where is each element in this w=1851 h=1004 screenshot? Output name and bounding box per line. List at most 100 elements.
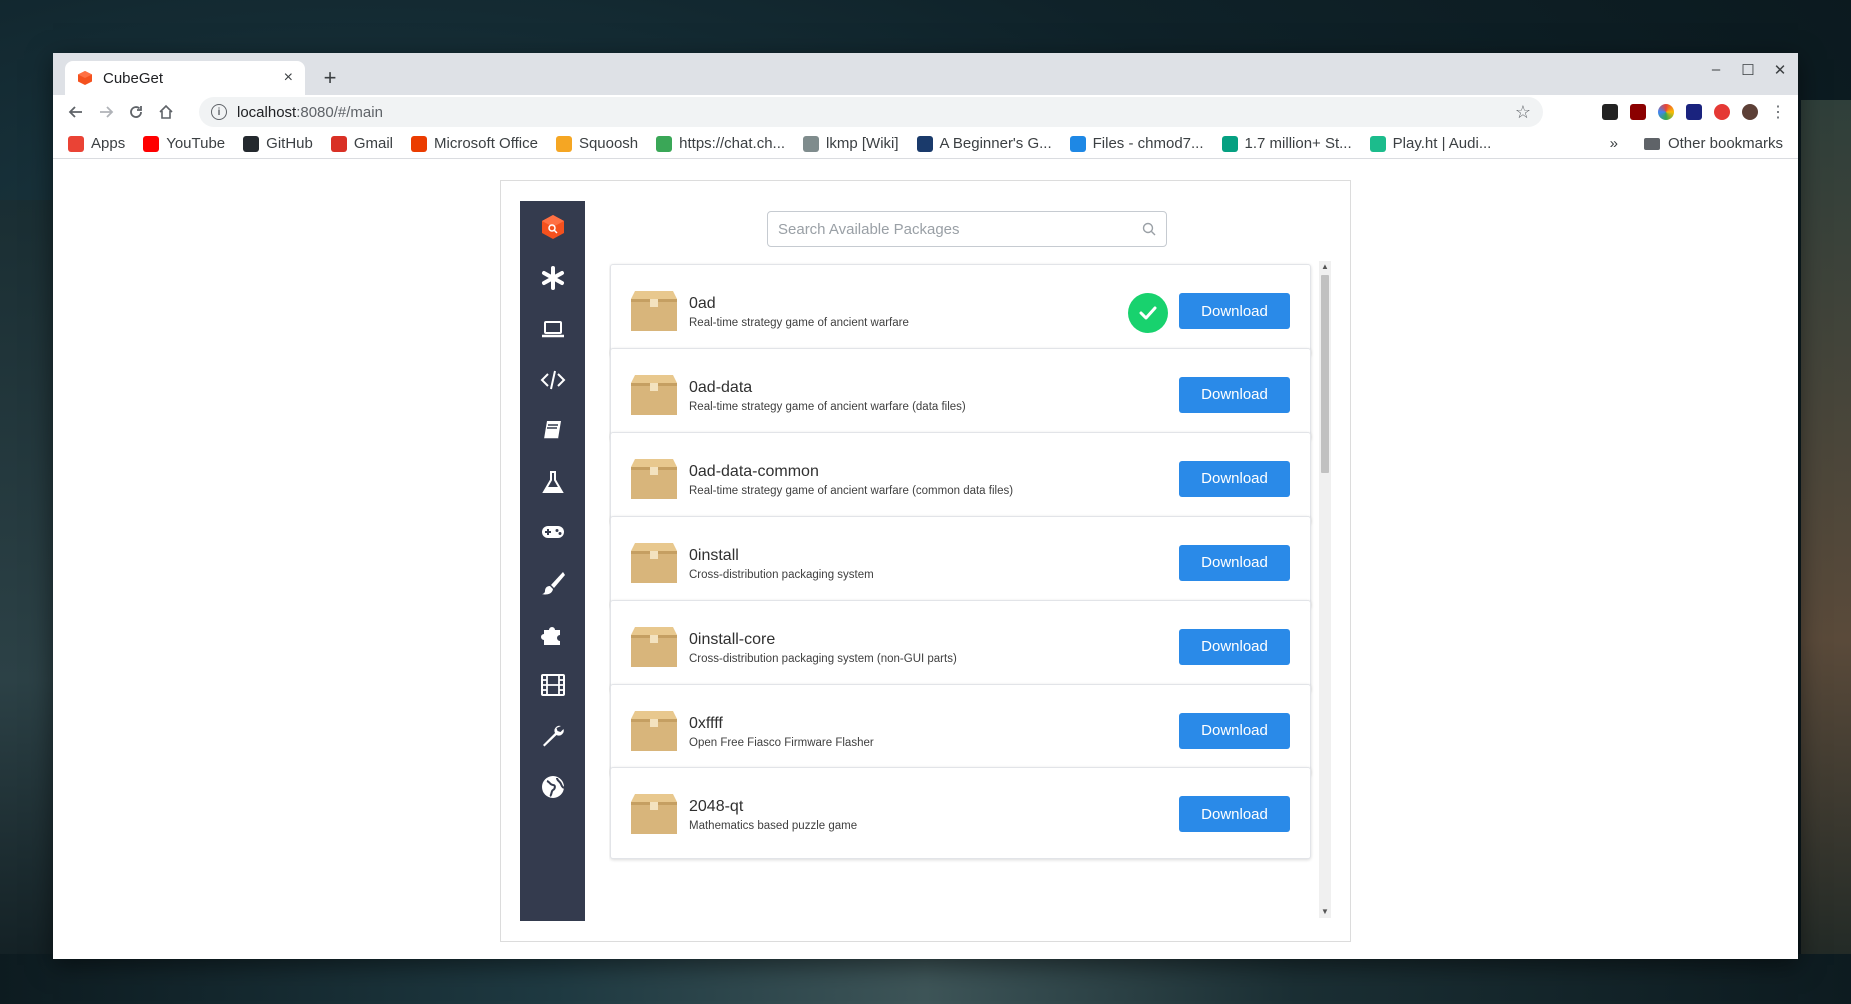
- bookmark-item[interactable]: Gmail: [330, 135, 394, 152]
- bookmark-item[interactable]: Files - chmod7...: [1069, 135, 1204, 152]
- package-card[interactable]: 0xffff Open Free Fiasco Firmware Flasher D…: [610, 683, 1311, 776]
- arrow-right-icon: [100, 106, 114, 118]
- sidebar-item-paintbrush[interactable]: [520, 561, 585, 605]
- search-input[interactable]: [778, 220, 1142, 238]
- bookmark-favicon-icon: [411, 135, 428, 152]
- bookmark-star-icon[interactable]: ☆: [1515, 102, 1531, 123]
- address-bar[interactable]: i localhost:8080/#/main ☆: [199, 97, 1543, 127]
- bookmark-label: Play.ht | Audi...: [1392, 135, 1492, 152]
- bookmarks-overflow-button[interactable]: »: [1610, 135, 1618, 152]
- download-button[interactable]: Download: [1179, 712, 1290, 749]
- sidebar-item-laptop[interactable]: [520, 307, 585, 351]
- forward-button[interactable]: [91, 97, 121, 127]
- cubeget-app: 0ad Real-time strategy game of ancient wa…: [500, 180, 1351, 942]
- package-card[interactable]: 0install Cross-distribution packaging sys…: [610, 515, 1311, 608]
- bookmark-favicon-icon: [68, 135, 84, 152]
- minimize-icon[interactable]: –: [1708, 61, 1724, 79]
- info-icon[interactable]: i: [211, 104, 227, 120]
- bookmark-label: Squoosh: [578, 135, 639, 152]
- installed-check-icon: [1128, 293, 1168, 333]
- close-window-icon[interactable]: ✕: [1772, 61, 1788, 79]
- search-icon[interactable]: [1142, 222, 1156, 236]
- bookmark-label: 1.7 million+ St...: [1244, 135, 1352, 152]
- other-bookmarks[interactable]: Other bookmarks: [1643, 135, 1783, 152]
- bookmark-label: A Beginner's G...: [939, 135, 1052, 152]
- package-list-scrollbar[interactable]: ▲ ▼: [1319, 261, 1331, 918]
- bookmark-item[interactable]: 1.7 million+ St...: [1221, 135, 1352, 152]
- profile-avatar[interactable]: [1742, 104, 1758, 120]
- package-card[interactable]: 0install-core Cross-distribution packagin…: [610, 599, 1311, 692]
- sidebar-item-code[interactable]: [520, 358, 585, 402]
- package-description: Real-time strategy game of ancient warfa…: [689, 484, 1014, 497]
- tab-close-icon[interactable]: ×: [284, 69, 293, 87]
- bookmark-favicon-icon: [1069, 135, 1086, 152]
- extension-4-icon[interactable]: [1686, 104, 1702, 120]
- maximize-icon[interactable]: ☐: [1740, 61, 1756, 79]
- extension-2-icon[interactable]: [1630, 104, 1646, 120]
- bookmark-item[interactable]: Squoosh: [555, 135, 639, 152]
- bookmark-favicon-icon: [916, 135, 933, 152]
- scrollbar-thumb[interactable]: [1321, 275, 1329, 473]
- sidebar-item-book[interactable]: [520, 409, 585, 453]
- extension-1-icon[interactable]: [1602, 104, 1618, 120]
- bookmark-label: Gmail: [353, 135, 394, 152]
- reload-button[interactable]: [121, 97, 151, 127]
- browser-toolbar: i localhost:8080/#/main ☆ ⋮: [53, 95, 1798, 129]
- sidebar-item-globe[interactable]: [520, 765, 585, 809]
- scroll-up-icon[interactable]: ▲: [1321, 263, 1329, 271]
- url-path: :8080/#/main: [296, 103, 383, 121]
- bookmark-favicon-icon: [1369, 135, 1386, 152]
- sidebar-item-film[interactable]: [520, 663, 585, 707]
- bookmark-item[interactable]: Play.ht | Audi...: [1369, 135, 1492, 152]
- download-button[interactable]: Download: [1179, 796, 1290, 833]
- package-description: Real-time strategy game of ancient warfa…: [689, 317, 909, 329]
- package-card[interactable]: 0ad-data-common Real-time strategy game o…: [610, 431, 1311, 524]
- paintbrush-icon: [541, 572, 565, 595]
- home-button[interactable]: [151, 97, 181, 127]
- menu-kebab-icon[interactable]: ⋮: [1770, 102, 1786, 122]
- bookmark-item[interactable]: https://chat.ch...: [656, 135, 785, 152]
- package-box-icon: [631, 794, 677, 835]
- package-box-icon: [631, 542, 677, 583]
- scroll-down-icon[interactable]: ▼: [1321, 908, 1329, 916]
- bookmark-item[interactable]: lkmp [Wiki]: [803, 135, 899, 152]
- back-button[interactable]: [61, 97, 91, 127]
- sidebar-item-flask[interactable]: [520, 460, 585, 504]
- bookmark-label: Microsoft Office: [434, 135, 538, 152]
- bookmark-label: YouTube: [166, 135, 226, 152]
- sidebar-item-wrench[interactable]: [520, 714, 585, 758]
- bookmark-label: Apps: [91, 135, 126, 152]
- bookmark-item[interactable]: GitHub: [243, 135, 313, 152]
- package-box-icon: [631, 626, 677, 667]
- bookmarks-bar: Apps YouTube GitHub Gmail Microsoft Office Sq…: [53, 129, 1798, 159]
- download-button[interactable]: Download: [1179, 544, 1290, 581]
- bookmark-favicon-icon: [803, 135, 820, 152]
- extension-5-icon[interactable]: [1714, 104, 1730, 120]
- download-button[interactable]: Download: [1179, 376, 1290, 413]
- download-button[interactable]: Download: [1179, 460, 1290, 497]
- sidebar-item-asterisk[interactable]: [520, 256, 585, 300]
- package-list[interactable]: 0ad Real-time strategy game of ancient wa…: [609, 261, 1323, 918]
- bookmark-item[interactable]: A Beginner's G...: [916, 135, 1052, 152]
- bookmark-item[interactable]: Microsoft Office: [411, 135, 538, 152]
- bookmark-item[interactable]: Apps: [68, 135, 125, 152]
- url-text[interactable]: localhost:8080/#/main: [237, 104, 1515, 121]
- new-tab-button[interactable]: +: [315, 65, 345, 93]
- bookmark-label: Files - chmod7...: [1092, 135, 1204, 152]
- package-card[interactable]: 0ad Real-time strategy game of ancient wa…: [610, 264, 1311, 356]
- sidebar-item-puzzle[interactable]: [520, 612, 585, 656]
- bookmark-item[interactable]: YouTube: [143, 135, 225, 152]
- download-button[interactable]: Download: [1179, 628, 1290, 665]
- package-card[interactable]: 2048-qt Mathematics based puzzle game Down…: [610, 767, 1311, 860]
- sidebar-item-gamepad[interactable]: [520, 510, 585, 554]
- package-description: Open Free Fiasco Firmware Flasher: [689, 736, 874, 749]
- download-button[interactable]: Download: [1179, 293, 1290, 329]
- package-name: 0ad: [689, 295, 716, 312]
- color-picker-extension-icon[interactable]: [1658, 104, 1674, 120]
- package-box-icon: [631, 458, 677, 499]
- search-box[interactable]: [767, 211, 1167, 247]
- wallpaper-left: [0, 200, 60, 1000]
- package-card[interactable]: 0ad-data Real-time strategy game of ancie…: [610, 347, 1311, 440]
- sidebar-item-cube-logo[interactable]: [520, 205, 585, 249]
- tab-cubeget[interactable]: CubeGet ×: [65, 61, 305, 95]
